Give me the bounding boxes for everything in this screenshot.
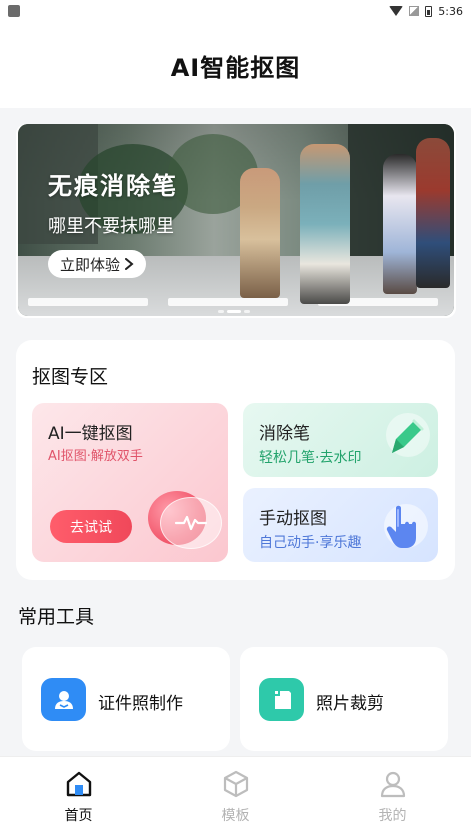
hand-pointer-icon — [374, 496, 430, 554]
carousel-dot — [244, 310, 250, 313]
chevron-right-icon — [125, 258, 134, 270]
try-now-button[interactable]: 立即体验 — [48, 250, 147, 278]
id-photo-tool-card[interactable]: 证件照制作 — [22, 647, 230, 751]
tile-title: 消除笔 — [259, 424, 310, 444]
status-time: 5:36 — [438, 4, 463, 18]
try-now-label: 立即体验 — [60, 255, 121, 274]
person-figure — [240, 168, 280, 298]
crop-tool-card[interactable]: 照片裁剪 — [240, 647, 448, 751]
template-cube-icon — [221, 769, 251, 799]
carousel-dot — [218, 310, 224, 313]
tile-title: AI一键抠图 — [48, 424, 133, 444]
nav-home[interactable]: 首页 — [0, 757, 157, 837]
tools-section-title: 常用工具 — [18, 606, 95, 628]
nav-label: 首页 — [64, 808, 93, 824]
tile-subtitle: AI抠图·解放双手 — [48, 449, 143, 464]
tile-subtitle: 轻松几笔·去水印 — [259, 450, 362, 466]
person-figure — [416, 138, 450, 288]
banner-carousel[interactable]: 无痕消除笔 哪里不要抹哪里 立即体验 — [16, 124, 456, 318]
section-title: 抠图专区 — [32, 366, 109, 388]
notification-icon — [8, 5, 20, 17]
eraser-tile[interactable]: 消除笔 轻松几笔·去水印 — [243, 403, 438, 477]
carousel-indicator — [218, 310, 250, 313]
page-title: AI智能抠图 — [170, 53, 301, 82]
carousel-dot-active — [227, 310, 241, 313]
person-figure — [300, 144, 350, 304]
bottom-navigation: 首页 模板 我的 — [0, 756, 471, 837]
nav-templates[interactable]: 模板 — [157, 757, 314, 837]
banner-image[interactable]: 无痕消除笔 哪里不要抹哪里 立即体验 — [18, 124, 454, 316]
home-icon — [64, 769, 94, 799]
status-bar: 5:36 — [0, 0, 471, 22]
tool-label: 证件照制作 — [98, 694, 183, 714]
try-it-button[interactable]: 去试试 — [50, 510, 132, 543]
ai-cutout-tile[interactable]: AI一键抠图 AI抠图·解放双手 去试试 — [32, 403, 228, 562]
nav-profile[interactable]: 我的 — [314, 757, 471, 837]
cutout-section: 抠图专区 AI一键抠图 AI抠图·解放双手 去试试 消除笔 轻松几笔·去水印 手… — [16, 340, 455, 580]
wifi-icon — [389, 6, 404, 16]
id-photo-icon — [41, 678, 86, 721]
status-icons: 5:36 — [389, 5, 463, 18]
crosswalk-stripe — [168, 298, 288, 306]
manual-cutout-tile[interactable]: 手动抠图 自己动手·享乐趣 — [243, 488, 438, 562]
nav-label: 模板 — [221, 808, 250, 824]
banner-heading: 无痕消除笔 — [48, 172, 178, 200]
profile-icon — [378, 769, 408, 799]
battery-icon — [425, 5, 433, 17]
app-header: AI智能抠图 — [0, 22, 471, 108]
tool-label: 照片裁剪 — [316, 694, 384, 714]
tile-subtitle: 自己动手·享乐趣 — [259, 535, 362, 551]
pulse-icon — [160, 497, 222, 549]
pen-icon — [374, 409, 434, 469]
signal-icon — [409, 6, 420, 16]
nav-label: 我的 — [378, 808, 407, 824]
crop-icon — [259, 678, 304, 721]
tile-title: 手动抠图 — [259, 509, 327, 529]
banner-subtitle: 哪里不要抹哪里 — [48, 216, 174, 237]
crosswalk-stripe — [28, 298, 148, 306]
person-figure — [383, 154, 417, 294]
